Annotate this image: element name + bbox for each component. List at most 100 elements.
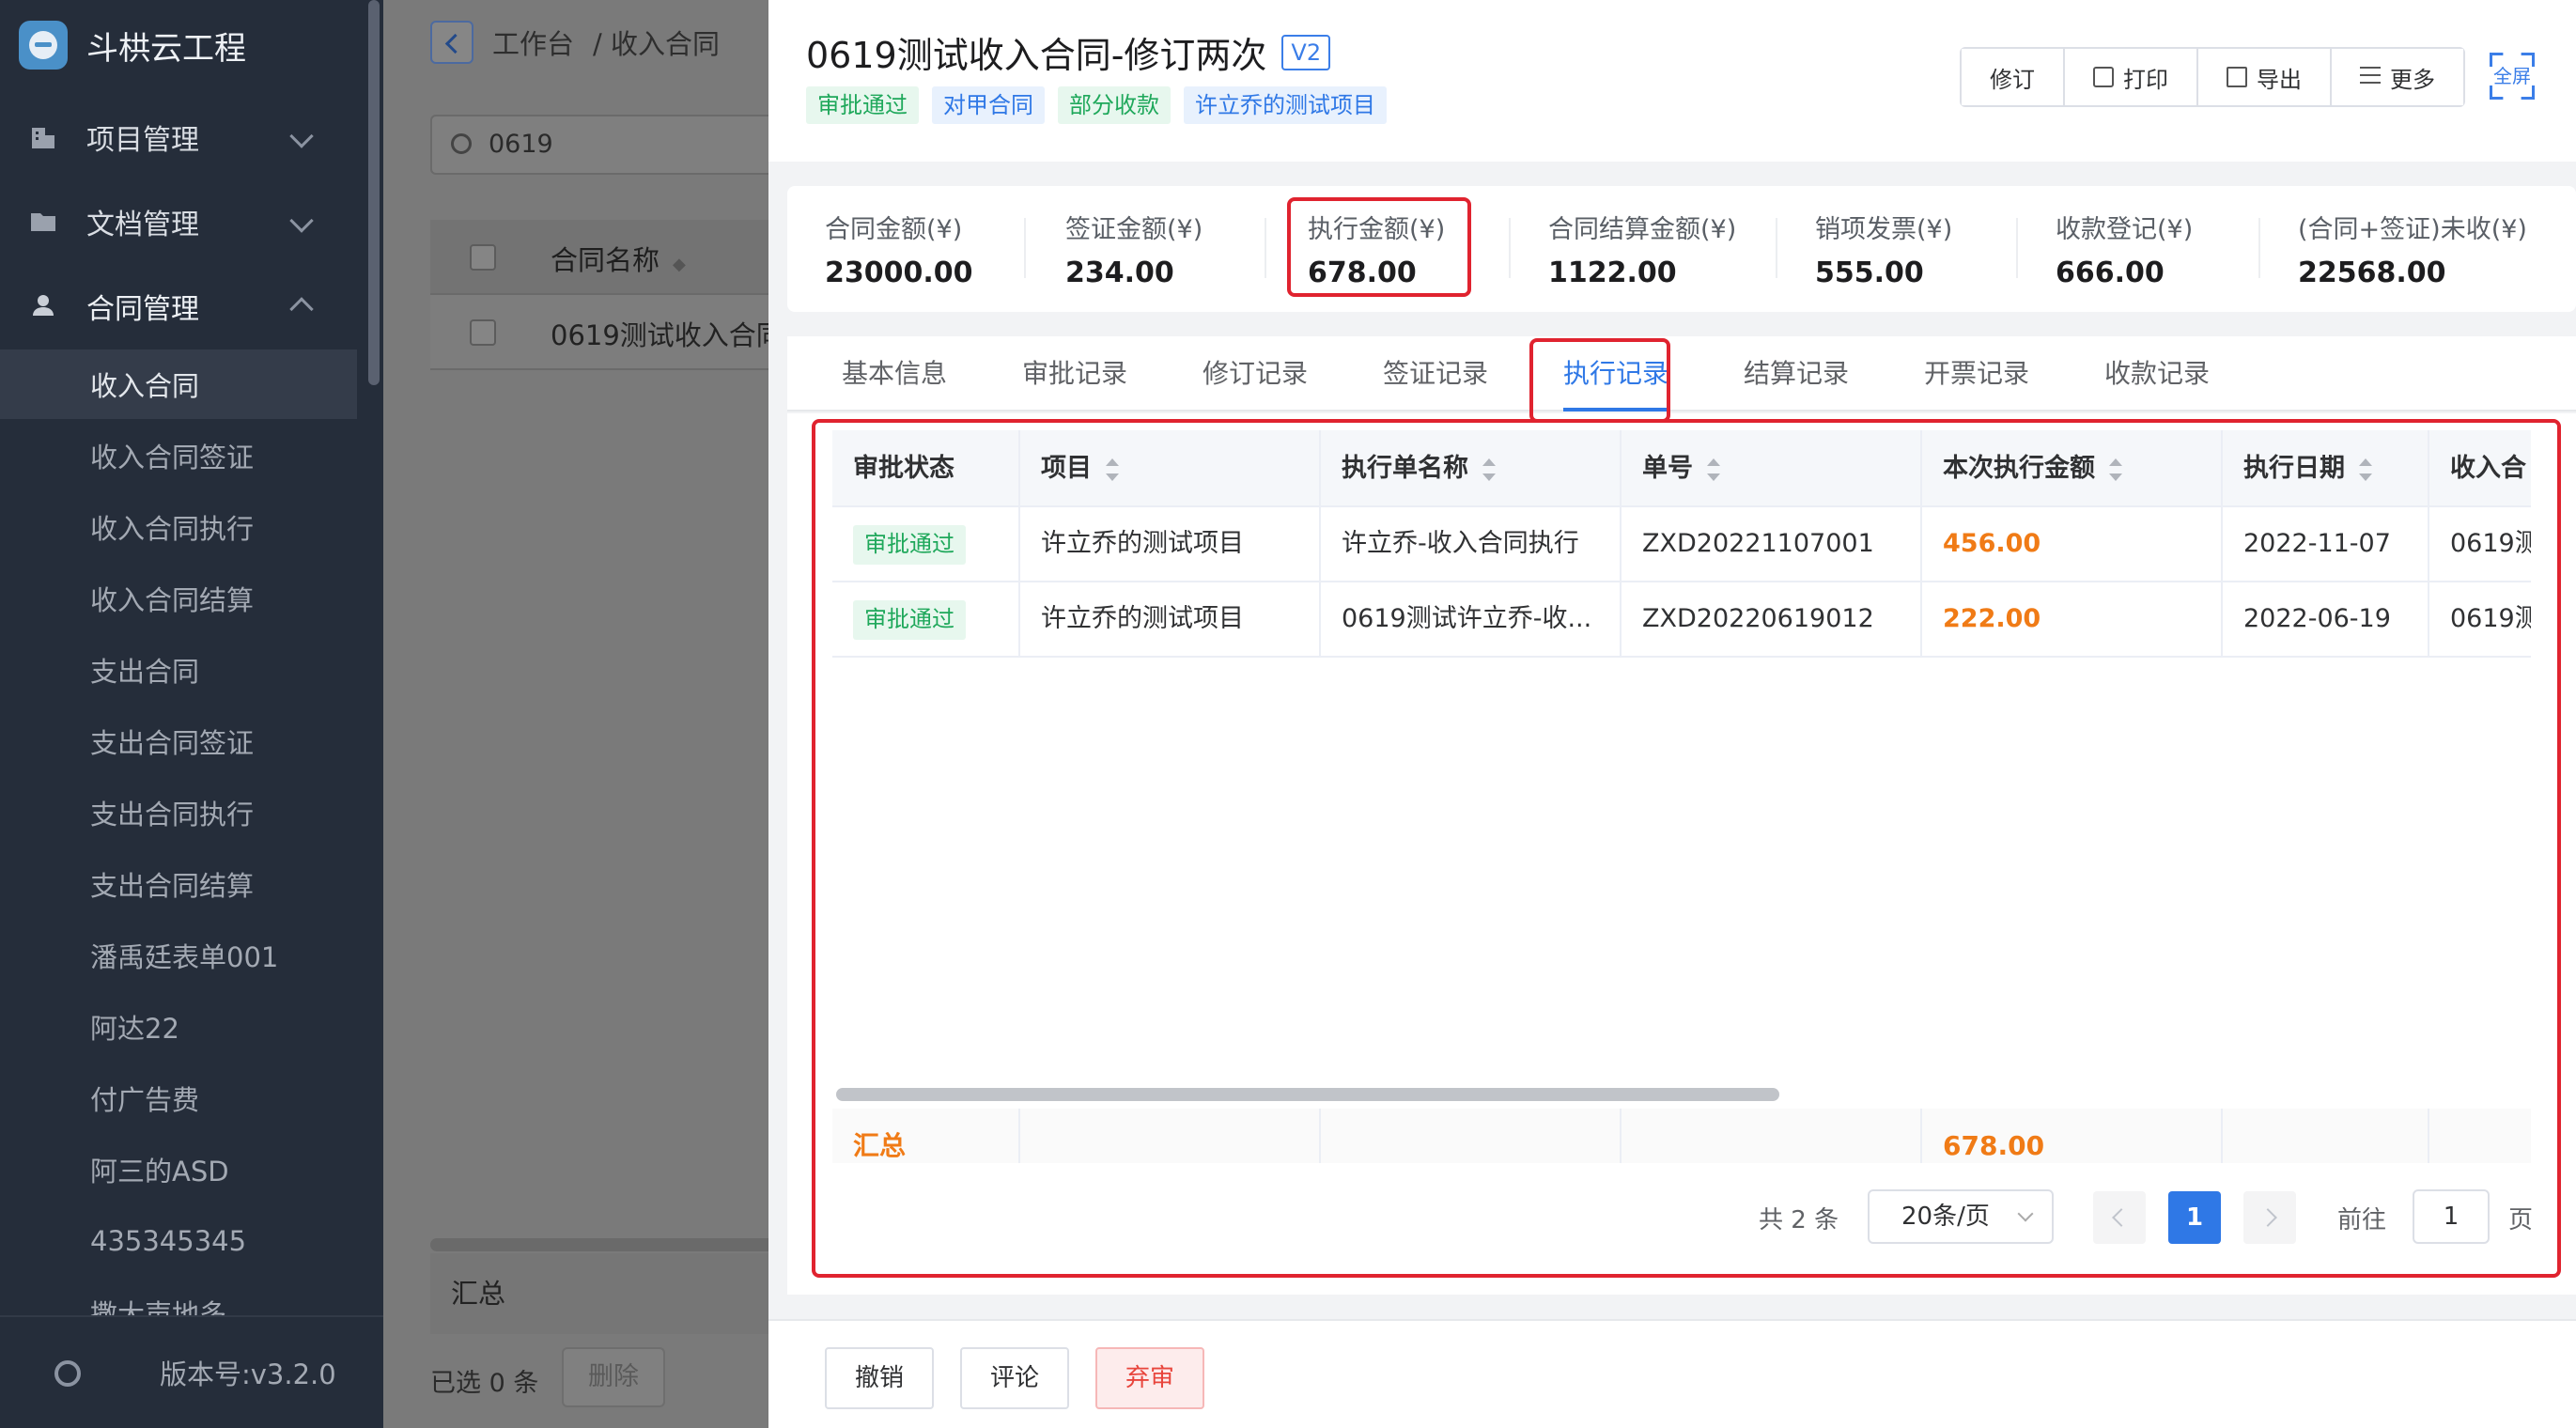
sidebar-item-435345345[interactable]: 435345345 <box>0 1206 357 1276</box>
fullscreen-button[interactable]: 全屏 <box>2490 53 2535 100</box>
search-input[interactable]: 0619 <box>430 115 778 175</box>
background-page: 工作台 / 收入合同 0619 合同名称 ◆ 0619测试收入合同- 汇总 已选 … <box>383 0 778 1428</box>
sidebar-item-expense-visa[interactable]: 支出合同签证 <box>0 706 357 776</box>
tab-settlement-records[interactable]: 结算记录 <box>1744 353 1849 391</box>
comment-button[interactable]: 评论 <box>960 1347 1070 1409</box>
menu-group-label: 项目管理 <box>86 124 199 157</box>
sidebar-item-expense-settlement[interactable]: 支出合同结算 <box>0 849 357 919</box>
horizontal-scrollbar[interactable] <box>430 1238 778 1251</box>
chevron-up-icon <box>289 297 314 321</box>
status-tags: 审批通过 对甲合同 部分收款 许立乔的测试项目 <box>806 86 1387 124</box>
stat-value: 666.00 <box>2056 256 2165 289</box>
sidebar-item-income-visa[interactable]: 收入合同签证 <box>0 421 357 490</box>
row-checkbox[interactable] <box>470 319 496 346</box>
summary-row: 汇总 <box>430 1253 778 1334</box>
more-label: 更多 <box>2390 66 2435 93</box>
chevron-down-icon <box>289 124 314 148</box>
menu-group-label: 文档管理 <box>86 209 199 241</box>
stat-label: 合同结算金额(¥) <box>1548 215 1737 244</box>
menu-group-document[interactable]: 文档管理 <box>0 184 383 259</box>
print-label: 打印 <box>2123 66 2168 93</box>
breadcrumb: 工作台 / 收入合同 <box>430 21 720 64</box>
tag-project: 许立乔的测试项目 <box>1184 86 1387 124</box>
sidebar-item-income-contract[interactable]: 收入合同 <box>0 349 357 419</box>
gear-icon[interactable] <box>54 1360 81 1387</box>
table-row[interactable]: 0619测试收入合同- <box>430 295 778 370</box>
menu-group-contract[interactable]: 合同管理 <box>0 269 383 344</box>
detail-tabs: 基本信息 审批记录 修订记录 签证记录 执行记录 结算记录 开票记录 收款记录 <box>787 336 2576 411</box>
export-button[interactable]: 导出 <box>2198 49 2332 105</box>
folder-icon <box>31 213 55 231</box>
sidebar-footer: 版本号:v3.2.0 <box>0 1315 383 1428</box>
revise-button[interactable]: 修订 <box>1962 49 2065 105</box>
sidebar-item-expense-execution[interactable]: 支出合同执行 <box>0 778 357 847</box>
sidebar: 斗栱云工程 项目管理 文档管理 合同管理 收入合同 收入合同签证 收入合同执行 … <box>0 0 383 1428</box>
delete-button[interactable]: 删除 <box>562 1347 665 1407</box>
tag-contract-type: 对甲合同 <box>932 86 1045 124</box>
table-header: 合同名称 ◆ <box>430 220 778 295</box>
stat-label: (合同+签证)未收(¥) <box>2298 215 2527 244</box>
export-icon <box>2227 67 2247 87</box>
stat-value: 234.00 <box>1065 256 1174 289</box>
sidebar-item-income-execution[interactable]: 收入合同执行 <box>0 492 357 562</box>
drawer-title: 0619测试收入合同-修订两次 <box>806 35 1267 76</box>
annotation-box-execution-amount <box>1287 197 1471 297</box>
stat-invoice-amount: 销项发票(¥) 555.00 <box>1815 209 2022 289</box>
printer-icon <box>2093 67 2114 87</box>
tag-payment-status: 部分收款 <box>1058 86 1171 124</box>
menu-group-project[interactable]: 项目管理 <box>0 100 383 175</box>
stat-unreceived-amount: (合同+签证)未收(¥) 22568.00 <box>2298 209 2527 289</box>
sidebar-item-income-settlement[interactable]: 收入合同结算 <box>0 564 357 633</box>
print-button[interactable]: 打印 <box>2065 49 2198 105</box>
contract-detail-drawer: 0619测试收入合同-修订两次 V2 审批通过 对甲合同 部分收款 许立乔的测试… <box>768 0 2576 1428</box>
abandon-review-button[interactable]: 弃审 <box>1095 1347 1205 1409</box>
tab-revision-records[interactable]: 修订记录 <box>1203 353 1308 391</box>
fullscreen-label: 全屏 <box>2493 65 2531 87</box>
sidebar-item-form001[interactable]: 潘禹廷表单001 <box>0 921 357 990</box>
breadcrumb-home[interactable]: 工作台 <box>492 23 574 62</box>
revoke-button[interactable]: 撤销 <box>825 1347 935 1409</box>
breadcrumb-current: / 收入合同 <box>593 28 721 60</box>
stat-label: 收款登记(¥) <box>2056 215 2194 244</box>
version-badge: V2 <box>1281 34 1331 70</box>
stat-value: 1122.00 <box>1548 256 1677 289</box>
stat-value: 23000.00 <box>825 256 973 289</box>
contract-name-cell[interactable]: 0619测试收入合同- <box>551 314 778 353</box>
stat-visa-amount: 签证金额(¥) 234.00 <box>1065 209 1272 289</box>
version-label: 版本号:v3.2.0 <box>160 1358 336 1390</box>
action-toolbar: 修订 打印 导出 更多 <box>1960 47 2465 107</box>
sidebar-scrollbar[interactable] <box>368 0 380 385</box>
stat-settlement-amount: 合同结算金额(¥) 1122.00 <box>1548 209 1755 289</box>
selected-count: 已选 0 条 <box>430 1369 539 1398</box>
stat-label: 合同金额(¥) <box>825 215 963 244</box>
select-all-checkbox[interactable] <box>470 244 496 271</box>
user-icon <box>33 295 54 316</box>
more-button[interactable]: 更多 <box>2332 49 2463 105</box>
tab-invoice-records[interactable]: 开票记录 <box>1924 353 2029 391</box>
tab-approval-records[interactable]: 审批记录 <box>1022 353 1127 391</box>
app-logo[interactable]: 斗栱云工程 <box>19 19 246 71</box>
search-icon <box>451 133 472 154</box>
revise-label: 修订 <box>1990 66 2035 93</box>
tab-basic-info[interactable]: 基本信息 <box>842 353 947 391</box>
menu-group-label: 合同管理 <box>86 293 199 326</box>
annotation-box-execution-table <box>812 419 2561 1278</box>
back-button[interactable] <box>430 21 473 64</box>
column-header-contract-name[interactable]: 合同名称 <box>551 244 660 276</box>
list-icon <box>2360 67 2381 87</box>
logo-icon <box>19 21 68 70</box>
tab-visa-records[interactable]: 签证记录 <box>1383 353 1488 391</box>
stat-value: 22568.00 <box>2298 256 2446 289</box>
tab-receipt-records[interactable]: 收款记录 <box>2104 353 2210 391</box>
stat-label: 签证金额(¥) <box>1065 215 1203 244</box>
annotation-box-execution-tab <box>1529 338 1670 423</box>
drawer-title-row: 0619测试收入合同-修订两次 V2 <box>806 26 1331 78</box>
sidebar-item-ad-fee[interactable]: 付广告费 <box>0 1063 357 1133</box>
sidebar-item-expense-contract[interactable]: 支出合同 <box>0 635 357 705</box>
sidebar-item-asd[interactable]: 阿三的ASD <box>0 1135 357 1204</box>
sort-icon[interactable]: ◆ <box>673 255 686 274</box>
tag-approved: 审批通过 <box>806 86 919 124</box>
chevron-down-icon <box>289 209 314 233</box>
sidebar-item-ada22[interactable]: 阿达22 <box>0 992 357 1062</box>
export-label: 导出 <box>2257 66 2302 93</box>
